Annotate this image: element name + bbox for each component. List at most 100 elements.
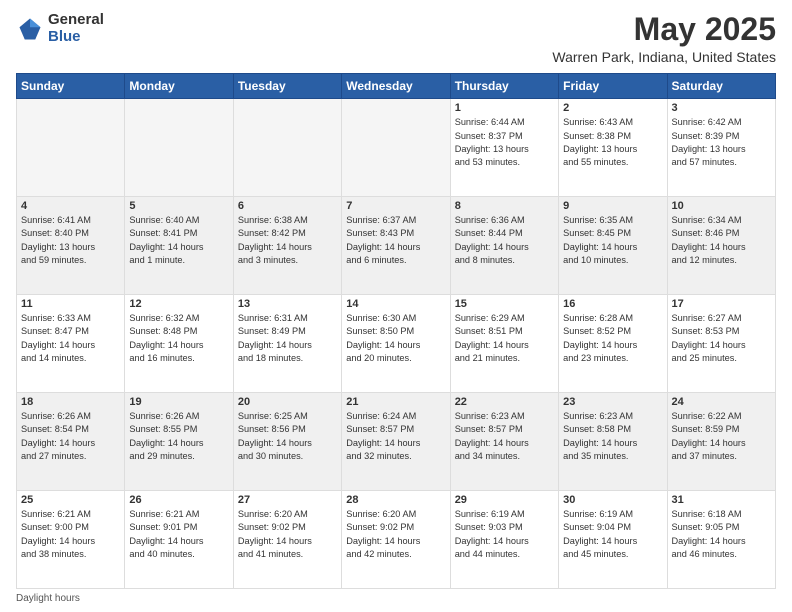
day-number: 31: [672, 494, 771, 506]
calendar-week-row: 11 Sunrise: 6:33 AM Sunset: 8:47 PM Dayli…: [17, 295, 776, 393]
calendar-cell: 26Sunrise: 6:21 AM Sunset: 9:01 PM Dayli…: [125, 491, 233, 589]
calendar-week-row: 25 Sunrise: 6:21 AM Sunset: 9:00 PM Dayli…: [17, 491, 776, 589]
day-number: 28: [346, 494, 445, 506]
day-number: 15: [455, 298, 554, 310]
day-number: 16: [563, 298, 662, 310]
page: General Blue May 2025 Warren Park, India…: [0, 0, 792, 612]
day-info: Sunrise: 6:25 AM Sunset: 8:56 PM Dayligh…: [238, 410, 337, 463]
day-info: Sunrise: 6:21 AM Sunset: 9:00 PM Dayligh…: [21, 508, 120, 561]
calendar-cell: 19Sunrise: 6:26 AM Sunset: 8:55 PM Dayli…: [125, 393, 233, 491]
day-info: Sunrise: 6:19 AM Sunset: 9:04 PM Dayligh…: [563, 508, 662, 561]
calendar-cell: 18 Sunrise: 6:26 AM Sunset: 8:54 PM Dayli…: [17, 393, 125, 491]
day-info: Sunrise: 6:26 AM Sunset: 8:54 PM Dayligh…: [21, 410, 120, 463]
calendar-week-row: 4 Sunrise: 6:41 AM Sunset: 8:40 PM Daylig…: [17, 197, 776, 295]
day-number: 25: [21, 494, 120, 506]
day-info: Sunrise: 6:29 AM Sunset: 8:51 PM Dayligh…: [455, 312, 554, 365]
title-block: May 2025 Warren Park, Indiana, United St…: [552, 12, 776, 65]
calendar-cell: 15 Sunrise: 6:29 AM Sunset: 8:51 PM Dayli…: [450, 295, 558, 393]
day-number: 11: [21, 298, 120, 310]
calendar-cell: 8Sunrise: 6:36 AM Sunset: 8:44 PM Daylig…: [450, 197, 558, 295]
calendar-week-row: 1 Sunrise: 6:44 AM Sunset: 8:37 PM Daylig…: [17, 99, 776, 197]
calendar-cell: 13 Sunrise: 6:31 AM Sunset: 8:49 PM Dayli…: [233, 295, 341, 393]
day-number: 6: [238, 200, 337, 212]
day-number: 20: [238, 396, 337, 408]
day-info: Sunrise: 6:30 AM Sunset: 8:50 PM Dayligh…: [346, 312, 445, 365]
day-number: 26: [129, 494, 228, 506]
calendar-cell: 6 Sunrise: 6:38 AM Sunset: 8:42 PM Daylig…: [233, 197, 341, 295]
day-number: 3: [672, 102, 771, 114]
day-number: 27: [238, 494, 337, 506]
footer-note: Daylight hours: [16, 593, 776, 604]
calendar-cell: 4 Sunrise: 6:41 AM Sunset: 8:40 PM Daylig…: [17, 197, 125, 295]
calendar-day-header: Saturday: [667, 74, 775, 99]
day-number: 5: [129, 200, 228, 212]
calendar-cell: 10Sunrise: 6:34 AM Sunset: 8:46 PM Dayli…: [667, 197, 775, 295]
subtitle: Warren Park, Indiana, United States: [552, 49, 776, 65]
day-info: Sunrise: 6:31 AM Sunset: 8:49 PM Dayligh…: [238, 312, 337, 365]
calendar-day-header: Sunday: [17, 74, 125, 99]
day-number: 29: [455, 494, 554, 506]
day-number: 19: [129, 396, 228, 408]
calendar-cell: 2 Sunrise: 6:43 AM Sunset: 8:38 PM Daylig…: [559, 99, 667, 197]
header: General Blue May 2025 Warren Park, India…: [16, 12, 776, 65]
logo: General Blue: [16, 12, 104, 45]
day-number: 13: [238, 298, 337, 310]
main-title: May 2025: [552, 12, 776, 47]
calendar-cell: 7Sunrise: 6:37 AM Sunset: 8:43 PM Daylig…: [342, 197, 450, 295]
day-info: Sunrise: 6:28 AM Sunset: 8:52 PM Dayligh…: [563, 312, 662, 365]
day-info: Sunrise: 6:44 AM Sunset: 8:37 PM Dayligh…: [455, 116, 554, 169]
calendar-table: SundayMondayTuesdayWednesdayThursdayFrid…: [16, 73, 776, 589]
calendar-cell: 1 Sunrise: 6:44 AM Sunset: 8:37 PM Daylig…: [450, 99, 558, 197]
calendar-cell: 5 Sunrise: 6:40 AM Sunset: 8:41 PM Daylig…: [125, 197, 233, 295]
calendar-cell: [342, 99, 450, 197]
day-info: Sunrise: 6:40 AM Sunset: 8:41 PM Dayligh…: [129, 214, 228, 267]
calendar-day-header: Monday: [125, 74, 233, 99]
day-number: 30: [563, 494, 662, 506]
calendar-cell: 23Sunrise: 6:23 AM Sunset: 8:58 PM Dayli…: [559, 393, 667, 491]
calendar-cell: 9 Sunrise: 6:35 AM Sunset: 8:45 PM Daylig…: [559, 197, 667, 295]
day-number: 24: [672, 396, 771, 408]
day-info: Sunrise: 6:27 AM Sunset: 8:53 PM Dayligh…: [672, 312, 771, 365]
calendar-cell: 12 Sunrise: 6:32 AM Sunset: 8:48 PM Dayli…: [125, 295, 233, 393]
logo-icon: [16, 15, 44, 43]
day-number: 7: [346, 200, 445, 212]
day-number: 1: [455, 102, 554, 114]
day-number: 9: [563, 200, 662, 212]
calendar-week-row: 18 Sunrise: 6:26 AM Sunset: 8:54 PM Dayli…: [17, 393, 776, 491]
day-number: 12: [129, 298, 228, 310]
day-info: Sunrise: 6:42 AM Sunset: 8:39 PM Dayligh…: [672, 116, 771, 169]
day-info: Sunrise: 6:38 AM Sunset: 8:42 PM Dayligh…: [238, 214, 337, 267]
day-info: Sunrise: 6:32 AM Sunset: 8:48 PM Dayligh…: [129, 312, 228, 365]
calendar-cell: 20 Sunrise: 6:25 AM Sunset: 8:56 PM Dayli…: [233, 393, 341, 491]
calendar-cell: 27Sunrise: 6:20 AM Sunset: 9:02 PM Dayli…: [233, 491, 341, 589]
logo-text: General Blue: [48, 12, 104, 45]
day-number: 10: [672, 200, 771, 212]
day-info: Sunrise: 6:43 AM Sunset: 8:38 PM Dayligh…: [563, 116, 662, 169]
day-info: Sunrise: 6:35 AM Sunset: 8:45 PM Dayligh…: [563, 214, 662, 267]
calendar-cell: [125, 99, 233, 197]
calendar-cell: 21Sunrise: 6:24 AM Sunset: 8:57 PM Dayli…: [342, 393, 450, 491]
day-number: 23: [563, 396, 662, 408]
day-number: 2: [563, 102, 662, 114]
calendar-day-header: Wednesday: [342, 74, 450, 99]
day-info: Sunrise: 6:20 AM Sunset: 9:02 PM Dayligh…: [346, 508, 445, 561]
calendar-day-header: Thursday: [450, 74, 558, 99]
calendar-day-header: Tuesday: [233, 74, 341, 99]
day-number: 17: [672, 298, 771, 310]
calendar-cell: 28 Sunrise: 6:20 AM Sunset: 9:02 PM Dayli…: [342, 491, 450, 589]
day-info: Sunrise: 6:18 AM Sunset: 9:05 PM Dayligh…: [672, 508, 771, 561]
day-info: Sunrise: 6:22 AM Sunset: 8:59 PM Dayligh…: [672, 410, 771, 463]
day-info: Sunrise: 6:33 AM Sunset: 8:47 PM Dayligh…: [21, 312, 120, 365]
calendar-cell: 16 Sunrise: 6:28 AM Sunset: 8:52 PM Dayli…: [559, 295, 667, 393]
day-number: 18: [21, 396, 120, 408]
day-number: 22: [455, 396, 554, 408]
day-info: Sunrise: 6:41 AM Sunset: 8:40 PM Dayligh…: [21, 214, 120, 267]
logo-blue-text: Blue: [48, 29, 104, 46]
calendar-cell: 17 Sunrise: 6:27 AM Sunset: 8:53 PM Dayli…: [667, 295, 775, 393]
calendar-header-row: SundayMondayTuesdayWednesdayThursdayFrid…: [17, 74, 776, 99]
calendar-cell: 30 Sunrise: 6:19 AM Sunset: 9:04 PM Dayli…: [559, 491, 667, 589]
calendar-cell: 25 Sunrise: 6:21 AM Sunset: 9:00 PM Dayli…: [17, 491, 125, 589]
calendar-cell: [233, 99, 341, 197]
day-number: 4: [21, 200, 120, 212]
calendar-cell: [17, 99, 125, 197]
